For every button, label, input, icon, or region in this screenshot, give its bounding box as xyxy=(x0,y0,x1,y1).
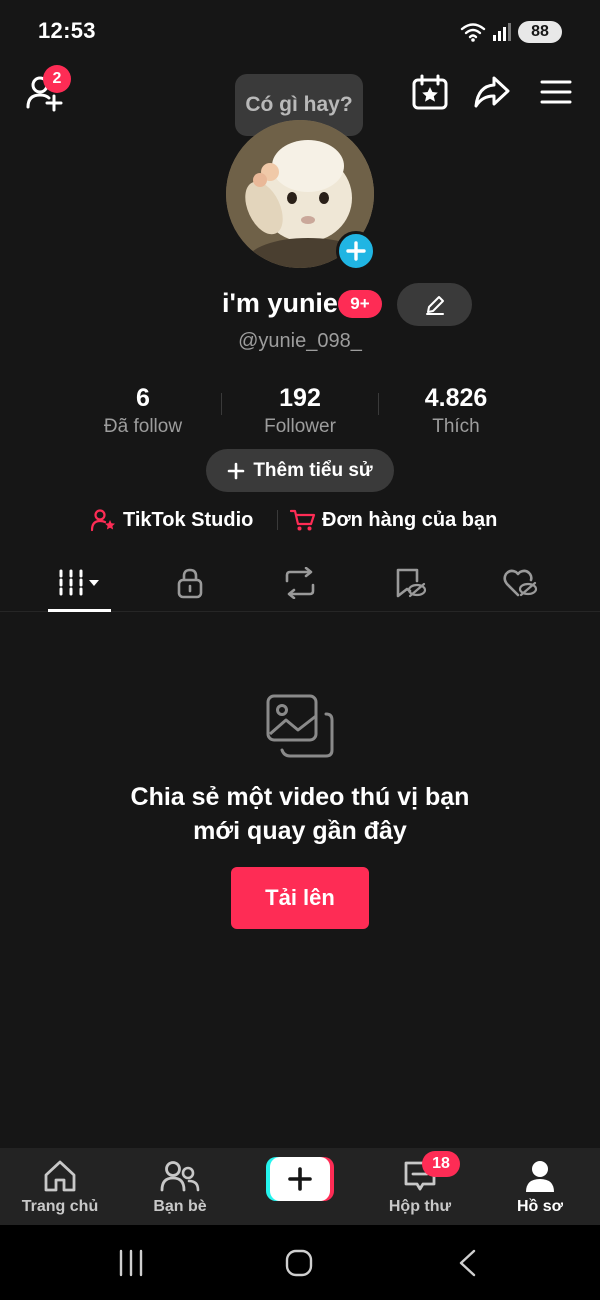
orders-link[interactable]: Đơn hàng của bạn xyxy=(290,506,497,534)
create-post-button[interactable] xyxy=(266,1157,334,1201)
tab-favorites[interactable] xyxy=(355,554,465,612)
profile-name: i'm yunie xyxy=(222,288,338,318)
bookmark-hidden-icon xyxy=(396,568,427,598)
status-time: 12:53 xyxy=(38,18,96,43)
hamburger-menu-icon xyxy=(540,80,572,104)
upload-label: Tải lên xyxy=(265,885,335,910)
stat-following-label: Đã follow xyxy=(103,416,183,437)
friend-request-badge: 2 xyxy=(43,65,71,93)
calendar-star-icon xyxy=(412,74,448,110)
cart-icon xyxy=(290,509,316,531)
nav-profile-label: Hồ sơ xyxy=(516,1198,564,1215)
nav-home[interactable]: Trang chủ xyxy=(0,1148,120,1225)
share-profile-button[interactable] xyxy=(470,70,514,114)
profile-icon xyxy=(526,1161,554,1192)
back-icon[interactable] xyxy=(456,1249,478,1277)
empty-state-line-2: mới quay gần đây xyxy=(193,817,407,845)
battery-level: 88 xyxy=(531,23,549,40)
empty-state-line-1: Chia sẻ một video thú vị bạn xyxy=(130,783,470,811)
orders-label: Đơn hàng của bạn xyxy=(322,508,498,531)
plus-icon xyxy=(228,462,245,479)
level-badge: 9+ xyxy=(338,290,382,318)
profile-handle: @yunie_098_ xyxy=(238,330,362,352)
studio-user-star-icon xyxy=(91,509,115,532)
menu-button[interactable] xyxy=(534,70,578,114)
lock-icon xyxy=(177,568,203,599)
nav-friends[interactable]: Bạn bè xyxy=(120,1148,240,1225)
home-system-icon[interactable] xyxy=(285,1249,313,1277)
signal-icon xyxy=(493,23,511,41)
stat-likes[interactable]: 4.826 Thích xyxy=(386,384,526,438)
stat-likes-label: Thích xyxy=(432,416,480,437)
add-story-button[interactable] xyxy=(336,231,376,271)
friend-request-count: 2 xyxy=(52,70,62,87)
calendar-button[interactable] xyxy=(408,70,452,114)
nav-home-label: Trang chủ xyxy=(21,1198,99,1215)
tab-videos[interactable] xyxy=(25,554,135,612)
stat-followers-label: Follower xyxy=(264,416,336,437)
tiktok-studio-label: TikTok Studio xyxy=(123,508,254,531)
plus-icon xyxy=(346,241,366,261)
wifi-icon xyxy=(460,23,486,42)
stat-divider xyxy=(378,393,379,415)
repost-icon xyxy=(285,567,315,599)
status-bar: 12:53 88 xyxy=(0,0,600,64)
stat-following-value: 6 xyxy=(136,384,150,412)
add-bio-label: Thêm tiểu sử xyxy=(253,459,373,481)
tiktok-studio-link[interactable]: TikTok Studio xyxy=(91,506,253,534)
nav-inbox-label: Hộp thư xyxy=(388,1198,452,1215)
inbox-badge-count: 18 xyxy=(432,1155,450,1172)
add-bio-button[interactable]: Thêm tiểu sử xyxy=(206,449,394,492)
stat-following[interactable]: 6 Đã follow xyxy=(73,384,213,438)
pencil-icon xyxy=(425,295,444,315)
link-divider xyxy=(277,510,278,530)
stat-followers-value: 192 xyxy=(279,384,321,412)
nav-friends-label: Bạn bè xyxy=(153,1198,207,1215)
tab-liked[interactable] xyxy=(465,554,575,612)
home-icon xyxy=(44,1160,76,1192)
stat-followers[interactable]: 192 Follower xyxy=(230,384,370,438)
stat-likes-value: 4.826 xyxy=(424,384,488,412)
tooltip-text: Có gì hay? xyxy=(245,93,353,116)
friends-icon xyxy=(160,1161,200,1192)
system-navigation-bar xyxy=(0,1225,600,1300)
photos-icon xyxy=(266,694,334,758)
status-icons: 88 xyxy=(460,18,562,46)
inbox-badge: 18 xyxy=(422,1151,460,1177)
tab-private[interactable] xyxy=(135,554,245,612)
grid-dropdown-icon xyxy=(59,569,99,597)
empty-state-message: Chia sẻ một video thú vị bạn mới quay gầ… xyxy=(0,780,600,848)
nav-profile[interactable]: Hồ sơ xyxy=(480,1148,600,1225)
battery-indicator: 88 xyxy=(518,21,562,43)
upload-button[interactable]: Tải lên xyxy=(231,867,369,929)
level-badge-text: 9+ xyxy=(350,294,370,313)
share-icon xyxy=(474,76,510,108)
tab-reposts[interactable] xyxy=(245,554,355,612)
edit-profile-button[interactable] xyxy=(397,283,472,326)
heart-hidden-icon xyxy=(503,569,538,597)
content-tabs xyxy=(0,554,600,612)
recent-apps-icon[interactable] xyxy=(118,1249,144,1277)
active-tab-indicator xyxy=(48,609,111,612)
nav-inbox[interactable]: Hộp thư xyxy=(360,1148,480,1225)
stat-divider xyxy=(221,393,222,415)
